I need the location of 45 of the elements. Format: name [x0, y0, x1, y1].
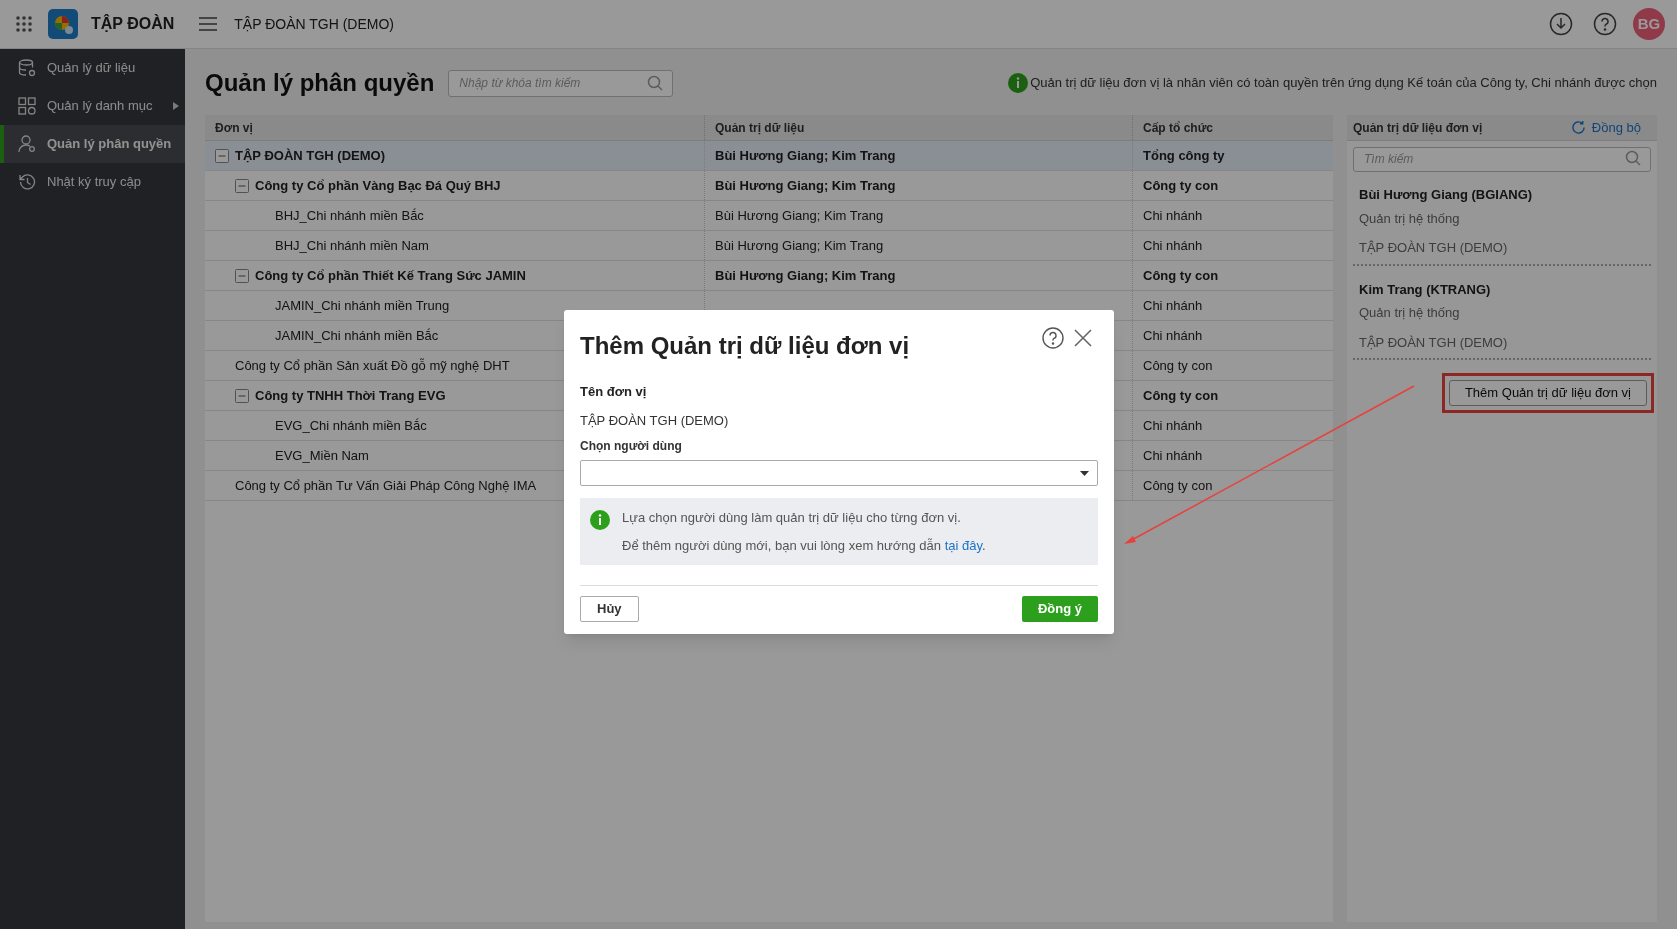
admin-name: Bùi Hương Giang (BGIANG) [1359, 186, 1534, 204]
table-cell-text: EVG_Chi nhánh miền Bắc [275, 416, 427, 435]
unit-value: TẬP ĐOÀN TGH (DEMO) [580, 411, 730, 430]
table-cell-text: Bùi Hương Giang; Kim Trang [715, 266, 896, 285]
table-cell-text: JAMIN_Chi nhánh miền Trung [275, 296, 450, 315]
table-cell-text: Bùi Hương Giang; Kim Trang [715, 176, 896, 195]
table-cell-text: Công ty Cổ phần Thiết Kế Trang Sức JAMIN [255, 266, 526, 285]
admin-unit: TẬP ĐOÀN TGH (DEMO) [1359, 239, 1509, 257]
admin-role: Quản trị hệ thống [1359, 209, 1461, 228]
panel-title: Quản trị dữ liệu đơn vị [1353, 119, 1483, 137]
admin-name: Kim Trang (KTRANG) [1359, 280, 1492, 299]
table-cell-text: Công ty con [1143, 176, 1219, 195]
table-cell-text: Công ty con [1143, 266, 1219, 285]
table-cell-text: Bùi Hương Giang; Kim Trang [715, 206, 884, 225]
table-cell-text: Công ty TNHH Thời Trang EVG [255, 386, 446, 405]
page-title: Quản lý phân quyền [205, 68, 435, 98]
info-text: Lựa chọn người dùng làm quản trị dữ liệu cho từng đơn vị. [622, 509, 962, 527]
field-label: Tên đơn vị [580, 383, 648, 401]
table-cell-text: TẬP ĐOÀN TGH (DEMO) [235, 146, 385, 165]
field-label: Chọn người dùng [580, 438, 683, 455]
table-cell-text: BHJ_Chi nhánh miền Nam [275, 236, 429, 255]
info-notice: Quản trị dữ liệu đơn vị là nhân viên có toàn quyền trên ứng dụng Kế toán của Công ty, Chi nhánh được chọn [1030, 74, 1657, 93]
admin-unit: TẬP ĐOÀN TGH (DEMO) [1359, 333, 1509, 352]
table-cell-text: Công ty con [1143, 386, 1219, 405]
table-cell-text: Tổng công ty [1143, 146, 1225, 165]
table-cell-text: Công ty con [1143, 356, 1213, 375]
table-cell-text: Bùi Hương Giang; Kim Trang [715, 236, 884, 255]
table-cell-text: Bùi Hương Giang; Kim Trang [715, 146, 896, 165]
table-cell-text: Công ty Cổ phần Vàng Bạc Đá Quý BHJ [255, 176, 501, 195]
table-cell-text: JAMIN_Chi nhánh miền Bắc [275, 326, 439, 345]
table-cell-text: Công ty con [1143, 476, 1213, 495]
table-cell-text: Chi nhánh [1143, 296, 1203, 315]
organization-name: TẬP ĐOÀN TGH (DEMO) [234, 14, 394, 34]
table-cell-text: Chi nhánh [1143, 446, 1203, 465]
admin-role: Quản trị hệ thống [1359, 304, 1461, 322]
table-cell-text: Chi nhánh [1143, 206, 1203, 225]
table-cell-text: Chi nhánh [1143, 416, 1203, 435]
table-cell-text: BHJ_Chi nhánh miền Bắc [275, 206, 424, 225]
table-cell-text: Công ty Cổ phần Sản xuất Đồ gỗ mỹ nghệ DHT [235, 356, 510, 375]
table-cell-text: Chi nhánh [1143, 326, 1203, 345]
info-text: Để thêm người dùng mới, bạn vui lòng xem hướng dẫn tại đây. [622, 536, 986, 555]
table-cell-text: Công ty Cổ phần Tư Vấn Giải Pháp Công Nghệ IMA [235, 476, 537, 495]
app-name: TẬP ĐOÀN [91, 13, 175, 34]
table-cell-text: Chi nhánh [1143, 236, 1203, 255]
table-cell-text: EVG_Miền Nam [275, 446, 369, 465]
